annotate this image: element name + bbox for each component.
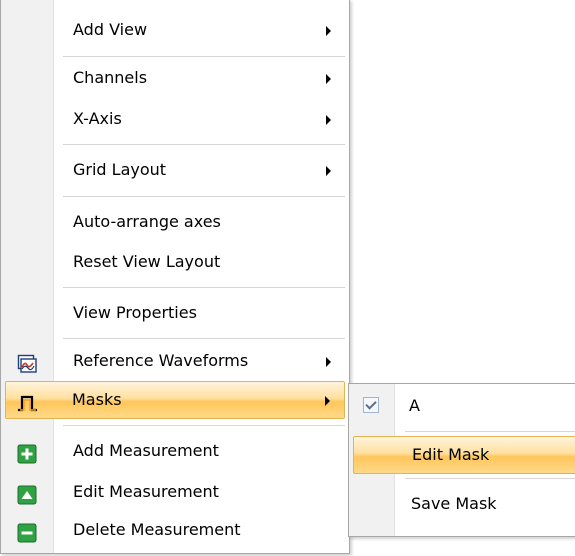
menu-separator (63, 144, 345, 146)
menu-item-label: Edit Measurement (73, 482, 219, 501)
submenu-arrow-icon (325, 396, 330, 406)
menu-item-auto-arrange-axes[interactable]: Auto-arrange axes (3, 204, 347, 240)
menu-separator (63, 425, 345, 427)
menu-separator (63, 196, 345, 198)
menu-separator (63, 338, 345, 340)
delete-measurement-icon (17, 520, 37, 543)
menu-item-add-measurement[interactable]: Add Measurement (3, 433, 347, 469)
menu-item-label: Add Measurement (73, 441, 219, 460)
menu-item-label: Grid Layout (73, 160, 167, 179)
menu-separator (405, 431, 575, 433)
menu-item-x-axis[interactable]: X-Axis (3, 101, 347, 137)
menu-item-channels[interactable]: Channels (3, 60, 347, 96)
submenu-item-label: A (409, 396, 420, 415)
menu-item-masks[interactable]: Masks (5, 381, 345, 419)
submenu-item-save-mask[interactable]: Save Mask (351, 486, 575, 522)
add-measurement-icon (17, 441, 37, 464)
menu-item-reset-view-layout[interactable]: Reset View Layout (3, 244, 347, 280)
reference-waveform-icon (17, 351, 37, 373)
menu-item-edit-measurement[interactable]: Edit Measurement (3, 474, 347, 510)
menu-item-label: Add View (73, 20, 148, 39)
submenu-arrow-icon (326, 166, 331, 176)
menu-item-label: Channels (73, 68, 148, 87)
menu-item-add-view[interactable]: Add View (3, 12, 347, 48)
menu-item-grid-layout[interactable]: Grid Layout (3, 152, 347, 188)
menu-item-label: Reference Waveforms (73, 351, 249, 370)
submenu-item-a[interactable]: A (351, 388, 575, 424)
menu-item-label: Delete Measurement (73, 520, 241, 539)
edit-measurement-icon (17, 482, 37, 505)
submenu-item-label: Save Mask (411, 494, 497, 513)
submenu-arrow-icon (326, 74, 331, 84)
submenu-arrow-icon (326, 357, 331, 367)
menu-item-label: Masks (72, 390, 122, 409)
submenu-item-label: Edit Mask (412, 445, 490, 464)
mask-pulse-icon (17, 390, 37, 412)
menu-item-label: View Properties (73, 303, 197, 322)
checkmark-icon (363, 397, 379, 413)
menu-item-reference-waveforms[interactable]: Reference Waveforms (3, 343, 347, 379)
submenu-arrow-icon (326, 26, 331, 36)
menu-item-view-properties[interactable]: View Properties (3, 295, 347, 331)
menu-item-delete-measurement[interactable]: Delete Measurement (3, 512, 347, 548)
masks-submenu: A Edit Mask Save Mask (348, 383, 575, 537)
menu-item-label: Reset View Layout (73, 252, 221, 271)
submenu-arrow-icon (326, 115, 331, 125)
menu-separator (63, 287, 345, 289)
submenu-item-edit-mask[interactable]: Edit Mask (353, 436, 575, 474)
menu-separator (63, 56, 345, 58)
menu-item-label: Auto-arrange axes (73, 212, 221, 231)
menu-item-label: X-Axis (73, 109, 122, 128)
menu-separator (405, 478, 575, 480)
context-menu: Add View Channels X-Axis Grid Layout Aut… (0, 0, 350, 554)
